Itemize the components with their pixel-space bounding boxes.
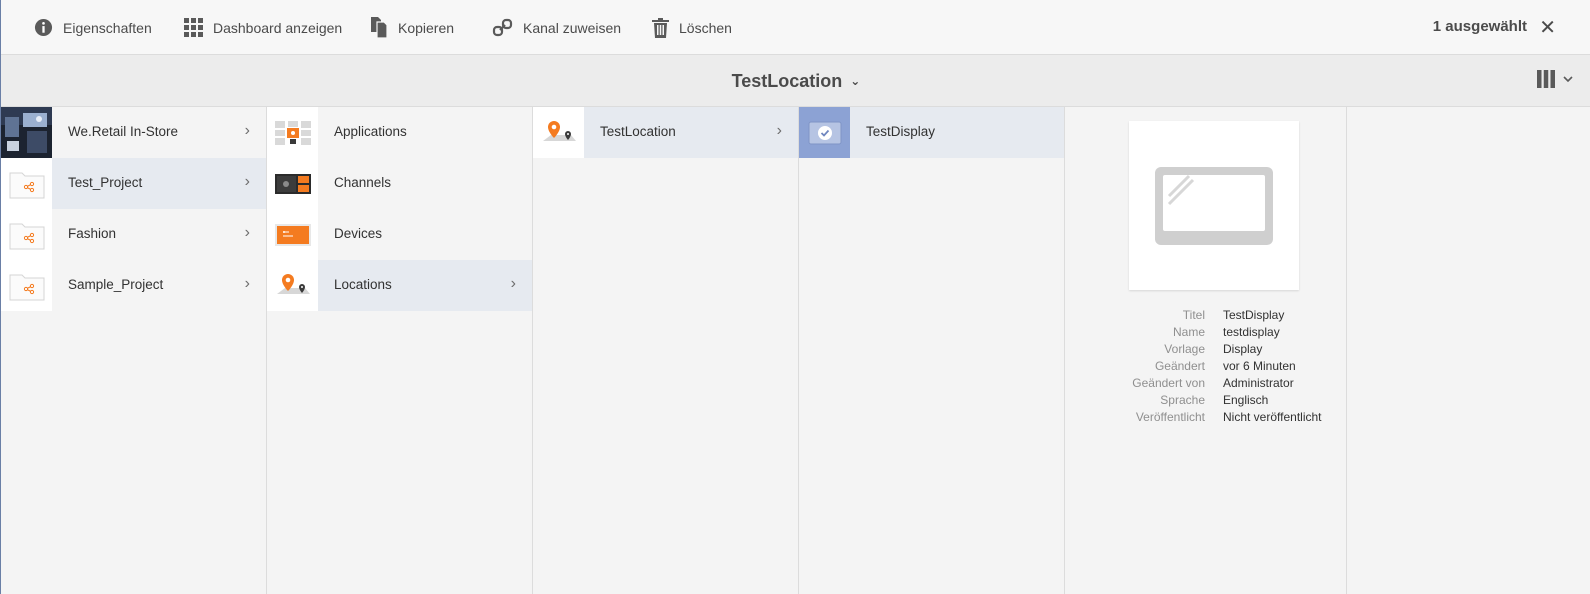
column-locations: TestLocation › (533, 107, 799, 594)
location-pin-icon (267, 260, 318, 311)
meta-value: vor 6 Minuten (1223, 359, 1296, 373)
chevron-right-icon: › (776, 122, 782, 139)
column-view-icon (1537, 70, 1555, 88)
list-item-label: Locations (334, 277, 392, 292)
list-item-label: Applications (334, 124, 407, 139)
list-item-channels[interactable]: Channels (267, 158, 532, 209)
meta-value: Display (1223, 342, 1263, 356)
meta-row-modified-by: Geändert von Administrator (1081, 376, 1347, 393)
link-icon (492, 18, 513, 37)
delete-label: Löschen (679, 19, 732, 36)
project-folder-icon (1, 260, 52, 311)
meta-value: testdisplay (1223, 325, 1280, 339)
list-item-devices[interactable]: Devices (267, 209, 532, 260)
list-item-label: We.Retail In-Store (68, 124, 179, 139)
meta-row-modified: Geändert vor 6 Minuten (1081, 359, 1347, 376)
column-view: We.Retail In-Store › Test_Project › Fash… (1, 107, 1590, 594)
display-preview-card (1129, 121, 1299, 290)
meta-key: Titel (1182, 308, 1205, 322)
chevron-down-icon (1563, 76, 1573, 83)
info-icon (34, 18, 53, 37)
column-projects: We.Retail In-Store › Test_Project › Fash… (1, 107, 267, 594)
meta-row-title: Titel TestDisplay (1081, 308, 1347, 325)
list-item-fashion[interactable]: Fashion › (1, 209, 266, 260)
grid-icon (184, 18, 203, 37)
list-item-label: Devices (334, 226, 383, 241)
meta-value: Nicht veröffentlicht (1223, 410, 1322, 424)
meta-key: Name (1172, 325, 1205, 339)
meta-key: Sprache (1160, 393, 1205, 407)
assign-channel-label: Kanal zuweisen (523, 19, 622, 36)
dashboard-button[interactable]: Dashboard anzeigen (184, 0, 342, 55)
chevron-right-icon: › (510, 275, 516, 292)
assign-channel-button[interactable]: Kanal zuweisen (492, 0, 621, 55)
trash-icon (652, 17, 669, 38)
copy-button[interactable]: Kopieren (370, 0, 454, 55)
chevron-right-icon: › (244, 173, 250, 190)
list-item-test-project[interactable]: Test_Project › (1, 158, 266, 209)
channels-icon (267, 158, 318, 209)
selection-count: 1 ausgewählt (1432, 18, 1527, 35)
chevron-right-icon: › (244, 224, 250, 241)
we-retail-thumbnail (1, 107, 52, 158)
meta-key: Geändert (1154, 359, 1205, 373)
page-title-text: TestLocation (731, 71, 843, 91)
close-selection-button[interactable]: ✕ (1539, 15, 1556, 40)
action-bar: Eigenschaften Dashboard anzeigen Kopiere… (1, 0, 1590, 55)
list-item-testlocation[interactable]: TestLocation › (533, 107, 798, 158)
chevron-right-icon: › (244, 275, 250, 292)
meta-row-template: Vorlage Display (1081, 342, 1347, 359)
view-switcher[interactable] (1537, 70, 1575, 88)
meta-value: Englisch (1223, 393, 1269, 407)
list-item-label: Sample_Project (68, 277, 164, 292)
display-selected-thumbnail (799, 107, 850, 158)
meta-row-name: Name testdisplay (1081, 325, 1347, 342)
meta-row-published: Veröffentlicht Nicht veröffentlicht (1081, 410, 1347, 427)
meta-key: Veröffentlicht (1135, 410, 1205, 424)
list-item-we-retail[interactable]: We.Retail In-Store › (1, 107, 266, 158)
preview-panel: Titel TestDisplay Name testdisplay Vorla… (1081, 107, 1347, 594)
column-project-content: Applications Channels Devices Locations … (267, 107, 533, 594)
title-bar: TestLocation ⌄ (1, 55, 1590, 107)
metadata-list: Titel TestDisplay Name testdisplay Vorla… (1081, 308, 1347, 427)
project-folder-icon (1, 158, 52, 209)
devices-icon (267, 209, 318, 260)
delete-button[interactable]: Löschen (652, 0, 732, 55)
copy-label: Kopieren (398, 19, 455, 36)
list-item-label: TestLocation (600, 124, 676, 139)
list-item-label: Channels (334, 175, 392, 190)
location-pin-icon (533, 107, 584, 158)
meta-row-language: Sprache Englisch (1081, 393, 1347, 410)
display-icon (1155, 166, 1273, 245)
list-item-label: Fashion (68, 226, 117, 241)
list-item-applications[interactable]: Applications (267, 107, 532, 158)
page-title[interactable]: TestLocation ⌄ (1, 71, 1590, 92)
properties-button[interactable]: Eigenschaften (34, 0, 152, 55)
column-displays: TestDisplay (799, 107, 1065, 594)
list-item-label: TestDisplay (866, 124, 936, 139)
chevron-right-icon: › (244, 122, 250, 139)
chevron-down-icon: ⌄ (850, 74, 861, 88)
properties-label: Eigenschaften (63, 19, 152, 36)
meta-value: TestDisplay (1223, 308, 1285, 322)
project-folder-icon (1, 209, 52, 260)
list-item-label: Test_Project (68, 175, 143, 190)
meta-key: Geändert von (1132, 376, 1205, 390)
list-item-locations[interactable]: Locations › (267, 260, 532, 311)
dashboard-label: Dashboard anzeigen (213, 19, 343, 36)
applications-icon (267, 107, 318, 158)
list-item-sample-project[interactable]: Sample_Project › (1, 260, 266, 311)
meta-key: Vorlage (1164, 342, 1205, 356)
meta-value: Administrator (1223, 376, 1294, 390)
copy-icon (371, 17, 388, 38)
column-empty (1347, 107, 1590, 594)
list-item-testdisplay[interactable]: TestDisplay (799, 107, 1064, 158)
